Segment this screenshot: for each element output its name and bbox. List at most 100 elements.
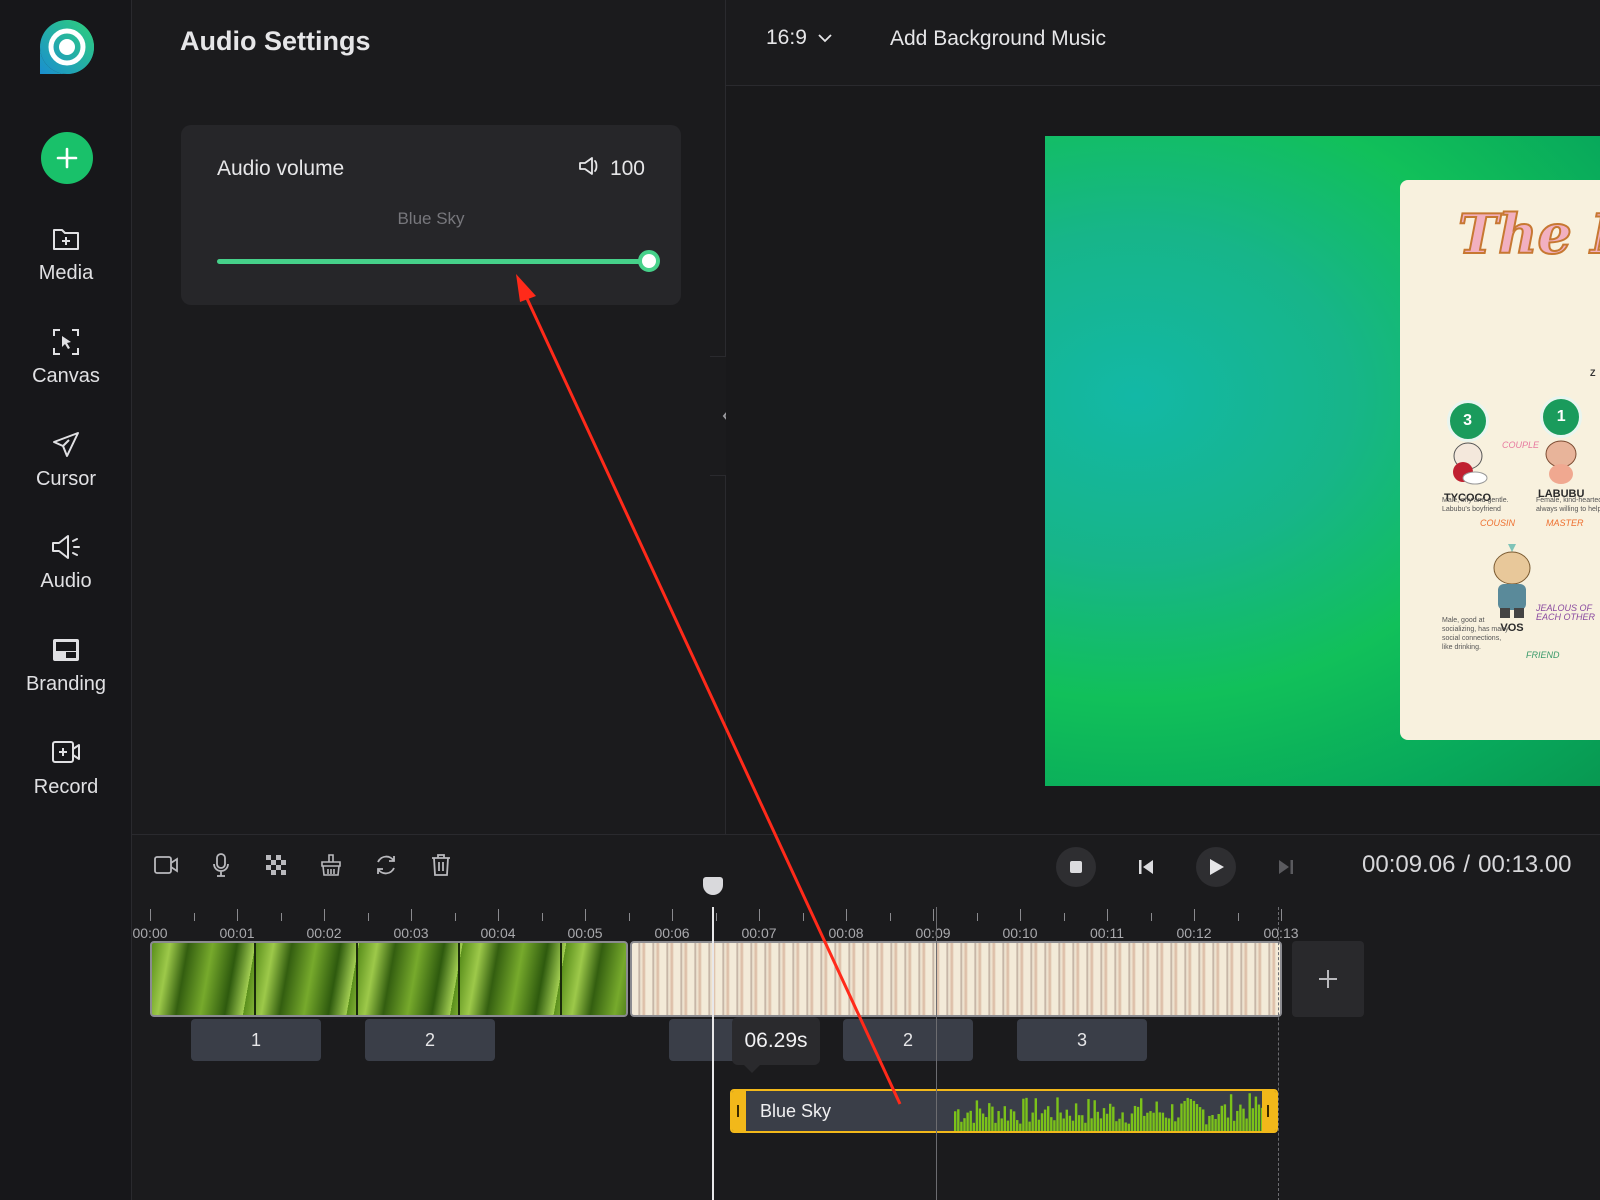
volume-slider[interactable] — [217, 250, 660, 272]
waveform-bar — [1183, 1100, 1186, 1131]
waveform-bar — [1211, 1114, 1214, 1131]
sidebar-item-label: Record — [33, 776, 99, 798]
sidebar-item-cursor[interactable]: Cursor — [0, 428, 132, 508]
mosaic-button[interactable] — [262, 851, 290, 879]
waveform-bar — [969, 1110, 972, 1131]
waveform-bar — [1016, 1120, 1019, 1131]
add-project-button[interactable] — [41, 132, 93, 184]
add-voiceover-button[interactable] — [207, 851, 235, 879]
sidebar-item-label: Branding — [25, 673, 107, 695]
waveform-bar — [1136, 1106, 1140, 1131]
delete-button[interactable] — [427, 851, 455, 879]
waveform-bar — [1074, 1103, 1078, 1131]
timeline-ruler[interactable]: 00:00 00:01 00:02 00:03 00:04 00:05 00:06 00:07… — [132, 895, 1600, 941]
ruler-tick — [585, 909, 586, 921]
sidebar-item-media[interactable]: Media — [0, 222, 132, 302]
waveform-bar — [1112, 1106, 1115, 1131]
waveform-bar — [1174, 1121, 1177, 1131]
zoom-marker[interactable]: 1 — [191, 1019, 321, 1061]
sidebar-item-label: Canvas — [32, 365, 100, 387]
waveform-bar — [1028, 1121, 1031, 1131]
waveform-bar — [1118, 1118, 1121, 1131]
ruler-label: 00:13 — [1263, 925, 1299, 941]
video-canvas[interactable]: The M 3 TYCOCO Male, shy and gentle. Lab… — [1045, 136, 1600, 786]
audio-trim-handle-right[interactable] — [1262, 1091, 1276, 1131]
panel-title: Audio Settings — [180, 26, 371, 56]
zoom-marker[interactable]: 2 — [365, 1019, 495, 1061]
ruler-label: 00:06 — [654, 925, 690, 941]
video-clip-poster[interactable] — [630, 941, 1282, 1017]
timeline-end-line — [1278, 907, 1279, 1200]
ruler-tick-minor — [889, 913, 891, 921]
aspect-ratio-dropdown[interactable]: 16:9 — [766, 26, 833, 50]
waveform-bar — [1251, 1108, 1254, 1131]
audio-trim-handle-left[interactable] — [732, 1091, 746, 1131]
waveform-bar — [1071, 1120, 1075, 1131]
ruler-tick — [324, 909, 325, 921]
waveform-bar — [1078, 1115, 1081, 1131]
waveform-bar — [1040, 1113, 1044, 1131]
slider-thumb[interactable] — [638, 250, 660, 272]
add-camera-button[interactable] — [152, 851, 180, 879]
character-note: Male, good at socializing, has many soci… — [1442, 617, 1509, 651]
ruler-tick — [933, 909, 934, 921]
waveform-bar — [1226, 1117, 1230, 1131]
waveform-bar — [1056, 1097, 1059, 1131]
speaker-icon — [49, 530, 83, 564]
waveform-bar — [1164, 1117, 1168, 1131]
play-button[interactable] — [1196, 847, 1236, 887]
waveform-bar — [1087, 1099, 1090, 1131]
ruler-tick-minor — [1237, 913, 1239, 921]
replace-button[interactable] — [372, 851, 400, 879]
add-clip-button[interactable] — [1292, 941, 1364, 1017]
aspect-ratio-value: 16:9 — [766, 26, 807, 49]
ruler-tick — [1107, 909, 1108, 921]
waveform-bar — [1105, 1113, 1109, 1131]
ruler-tick — [498, 909, 499, 921]
relation-label: COUSIN — [1480, 518, 1516, 528]
skip-forward-button[interactable] — [1266, 847, 1306, 887]
ruler-tick — [411, 909, 412, 921]
character-number-badge: 3 — [1446, 400, 1489, 442]
microphone-icon — [213, 853, 229, 877]
app-window: Media Canvas Cursor Audio Branding Recor… — [0, 0, 1600, 1200]
branding-icon — [49, 633, 83, 667]
sidebar-item-record[interactable]: Record — [0, 736, 132, 816]
waveform-bar — [1006, 1120, 1010, 1131]
sidebar-item-branding[interactable]: Branding — [0, 633, 132, 713]
sidebar-item-audio[interactable]: Audio — [0, 530, 132, 610]
preview-toolbar: 16:9 Add Background Music — [726, 0, 1600, 86]
sidebar-item-label: Audio — [40, 570, 92, 592]
app-logo-icon[interactable] — [38, 18, 96, 76]
zoom-marker[interactable]: 2 — [843, 1019, 973, 1061]
add-background-music-button[interactable]: Add Background Music — [890, 27, 1106, 51]
waveform-bar — [966, 1112, 969, 1131]
plus-icon — [56, 147, 78, 169]
waveform-bar — [1180, 1103, 1183, 1131]
trash-icon — [432, 854, 450, 876]
poster-image: The M 3 TYCOCO Male, shy and gentle. Lab… — [1400, 180, 1600, 740]
waveform-bar — [994, 1122, 997, 1131]
waveform-bar — [1099, 1118, 1103, 1131]
character-note: Female, kind-hearted, always willing to … — [1536, 497, 1600, 513]
waveform-bar — [1034, 1098, 1037, 1131]
waveform-bar — [1130, 1113, 1134, 1131]
relation-label: MASTER — [1546, 518, 1584, 528]
ruler-label: 00:12 — [1176, 925, 1212, 941]
zoom-marker[interactable]: 3 — [1017, 1019, 1147, 1061]
stop-button[interactable] — [1056, 847, 1096, 887]
timeline-toolbar: 00:09.06 / 00:13.00 — [132, 835, 1600, 895]
ruler-tick-minor — [541, 913, 543, 921]
preview-area: The M 3 TYCOCO Male, shy and gentle. Lab… — [726, 86, 1600, 834]
sidebar-item-canvas[interactable]: Canvas — [0, 325, 132, 405]
waveform-bar — [1254, 1096, 1258, 1131]
ruler-label: 00:04 — [480, 925, 516, 941]
skip-forward-icon — [1279, 860, 1293, 874]
skip-back-button[interactable] — [1126, 847, 1166, 887]
clear-button[interactable] — [317, 851, 345, 879]
audio-waveform — [954, 1093, 1264, 1131]
video-clip-green-field[interactable] — [150, 941, 628, 1017]
volume-speaker-icon — [578, 155, 602, 183]
waveform-bar — [1186, 1097, 1189, 1131]
audio-clip-blue-sky[interactable]: Blue Sky — [730, 1089, 1278, 1133]
